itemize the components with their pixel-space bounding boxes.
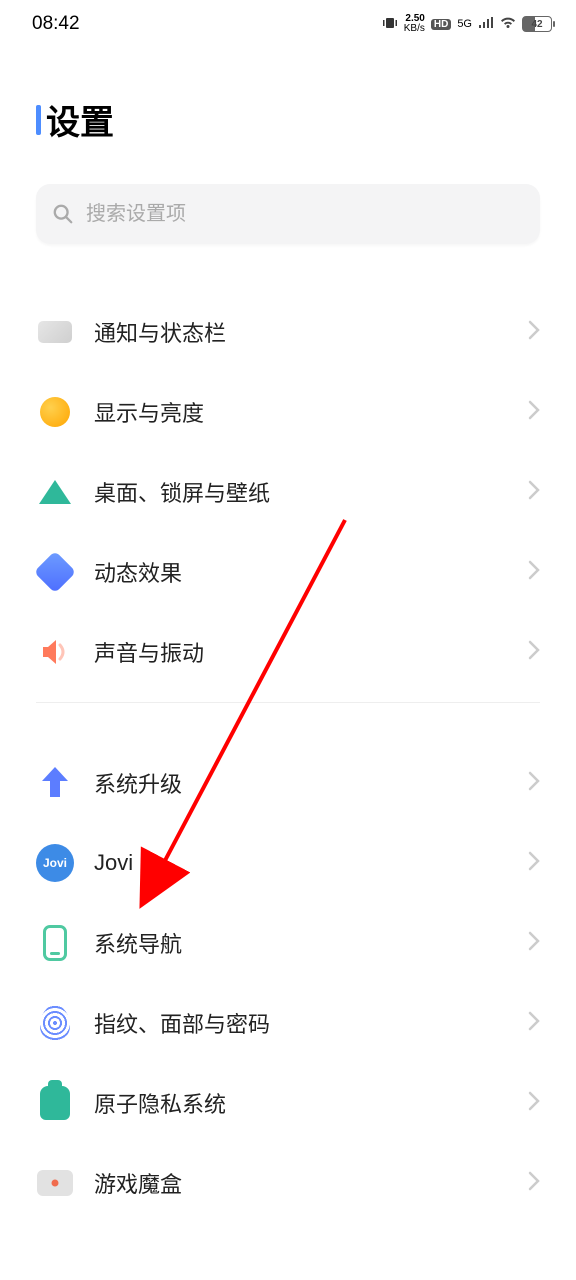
signal-icon: [478, 17, 494, 32]
row-label: 动态效果: [94, 556, 508, 588]
network-type: 5G: [457, 19, 472, 30]
wallpaper-icon: [39, 480, 71, 504]
search-icon: [52, 203, 74, 225]
status-right: 2.50 KB/s HD 5G 42: [382, 14, 552, 34]
row-display[interactable]: 显示与亮度: [36, 372, 540, 452]
page-header: 设置: [0, 40, 576, 164]
row-system-navigation[interactable]: 系统导航: [36, 903, 540, 983]
row-wallpaper[interactable]: 桌面、锁屏与壁纸: [36, 452, 540, 532]
navigation-icon: [43, 925, 67, 961]
row-fingerprint[interactable]: 指纹、面部与密码: [36, 983, 540, 1063]
brightness-icon: [40, 397, 70, 427]
chevron-right-icon: [528, 400, 540, 425]
settings-section-display: 通知与状态栏 显示与亮度 桌面、锁屏与壁纸 动态效果 声音与振动 系统升级 Jo…: [0, 292, 576, 1223]
upgrade-icon: [36, 764, 74, 802]
row-animation[interactable]: 动态效果: [36, 532, 540, 612]
status-bar: 08:42 2.50 KB/s HD 5G 42: [0, 0, 576, 40]
row-jovi[interactable]: Jovi Jovi: [36, 823, 540, 903]
page-title: 设置: [46, 95, 114, 144]
chevron-right-icon: [528, 1091, 540, 1116]
row-label: 游戏魔盒: [94, 1167, 508, 1199]
gamebox-icon: [37, 1170, 73, 1196]
search-input[interactable]: [86, 203, 524, 226]
row-label: 显示与亮度: [94, 396, 508, 428]
wifi-icon: [500, 17, 516, 32]
chevron-right-icon: [528, 851, 540, 876]
chevron-right-icon: [528, 771, 540, 796]
row-label: 指纹、面部与密码: [94, 1007, 508, 1039]
net-speed: 2.50 KB/s: [404, 14, 425, 34]
row-privacy-system[interactable]: 原子隐私系统: [36, 1063, 540, 1143]
chevron-right-icon: [528, 480, 540, 505]
row-sound[interactable]: 声音与振动: [36, 612, 540, 692]
clock: 08:42: [32, 13, 80, 35]
row-label: 声音与振动: [94, 636, 508, 668]
row-gamebox[interactable]: 游戏魔盒: [36, 1143, 540, 1223]
privacy-icon: [40, 1086, 70, 1120]
chevron-right-icon: [528, 1171, 540, 1196]
jovi-icon: Jovi: [36, 844, 74, 882]
row-label: 桌面、锁屏与壁纸: [94, 476, 508, 508]
section-divider: [36, 702, 540, 703]
search-box[interactable]: [36, 184, 540, 244]
row-label: 系统导航: [94, 927, 508, 959]
vibrate-icon: [382, 16, 398, 33]
hd-badge: HD: [431, 19, 451, 30]
battery-icon: 42: [522, 16, 552, 32]
chevron-right-icon: [528, 640, 540, 665]
row-notifications[interactable]: 通知与状态栏: [36, 292, 540, 372]
row-label: 原子隐私系统: [94, 1087, 508, 1119]
chevron-right-icon: [528, 320, 540, 345]
row-label: 系统升级: [94, 767, 508, 799]
fingerprint-icon: [40, 1005, 70, 1041]
chevron-right-icon: [528, 1011, 540, 1036]
header-accent: [36, 105, 41, 135]
chevron-right-icon: [528, 560, 540, 585]
animation-icon: [34, 551, 76, 593]
chevron-right-icon: [528, 931, 540, 956]
sound-icon: [36, 633, 74, 671]
row-label: Jovi: [94, 850, 508, 876]
row-label: 通知与状态栏: [94, 316, 508, 348]
notification-icon: [38, 321, 72, 343]
row-system-upgrade[interactable]: 系统升级: [36, 743, 540, 823]
